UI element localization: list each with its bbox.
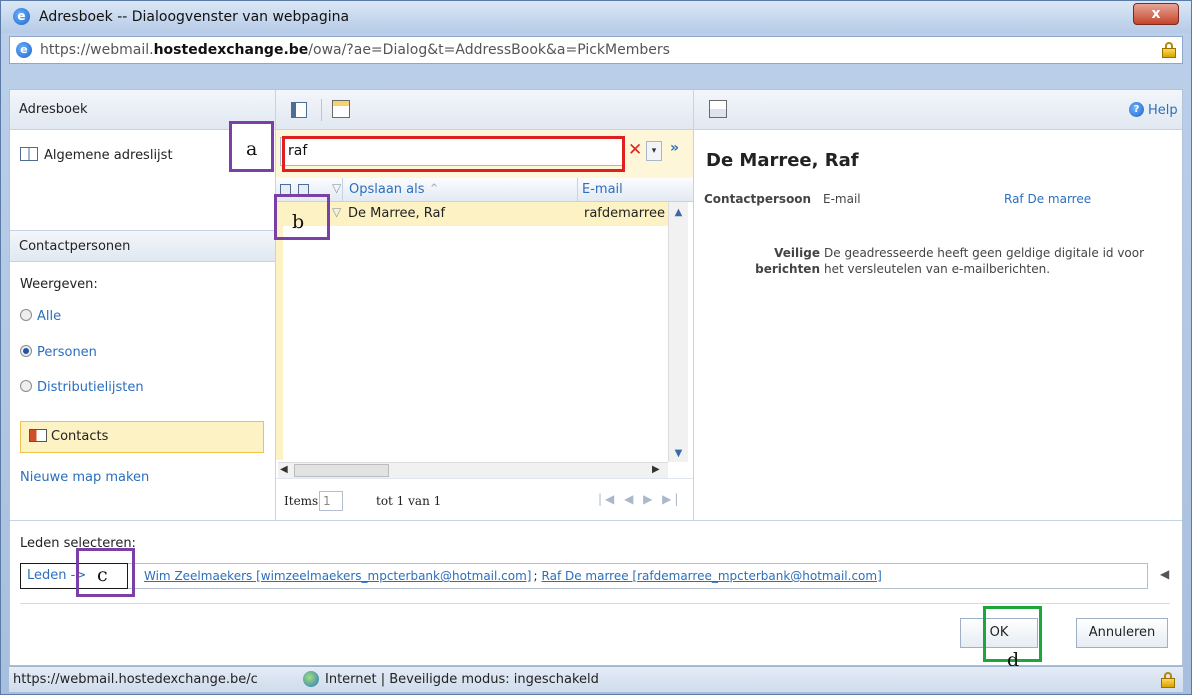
cancel-button[interactable]: Annuleren <box>1076 618 1168 648</box>
internet-globe-icon <box>303 671 319 687</box>
secure-messages-text: De geadresseerde heeft geen geldige digi… <box>824 246 1145 276</box>
radio-selected-icon <box>20 345 32 357</box>
details-toolbar: ? Help <box>694 90 1182 130</box>
print-icon[interactable] <box>709 100 727 118</box>
annotation-red-search-box <box>282 136 625 172</box>
contacts-header: Contactpersonen <box>10 230 275 262</box>
dialog-window: e Adresboek -- Dialoogvenster van webpag… <box>0 0 1192 695</box>
secure-messages-label: Veilige berichten <box>755 246 820 276</box>
filter-distribution-lists-radio[interactable]: Distributielijsten <box>20 380 144 395</box>
address-book-content: Adresboek Algemene adreslijst Contactper… <box>9 89 1183 665</box>
security-zone: Internet | Beveiligde modus: ingeschakel… <box>325 672 599 687</box>
column-header-email[interactable]: E-mail <box>582 182 623 197</box>
reading-pane-icon[interactable] <box>291 102 307 118</box>
flag-column-icon[interactable]: ▽ <box>332 181 341 195</box>
lock-icon <box>1161 672 1175 688</box>
contact-name-heading: De Marree, Raf <box>706 150 859 171</box>
email-link[interactable]: Raf De marree <box>1004 192 1091 206</box>
items-label: Items <box>284 494 319 508</box>
address-book-icon <box>20 147 38 161</box>
ie-icon: e <box>13 8 30 25</box>
contact-card-icon <box>29 429 47 442</box>
show-label: Weergeven: <box>20 277 98 292</box>
results-toolbar <box>276 90 693 130</box>
row-name: De Marree, Raf <box>348 206 446 221</box>
scroll-thumb[interactable] <box>294 464 389 477</box>
details-pane: ? Help De Marree, Raf Contactpersoon E-m… <box>694 90 1182 520</box>
page-count-label: tot 1 van 1 <box>376 494 442 508</box>
close-button[interactable]: x <box>1133 3 1179 25</box>
status-bar: https://webmail.hostedexchange.be/c Inte… <box>9 666 1183 692</box>
filter-persons-radio[interactable]: Personen <box>20 345 97 360</box>
lock-icon <box>1162 42 1176 58</box>
search-options-dropdown[interactable]: ▾ <box>646 141 662 161</box>
address-bar: e https://webmail.hostedexchange.be/owa/… <box>9 36 1183 64</box>
window-title: Adresboek -- Dialoogvenster van webpagin… <box>39 9 350 25</box>
radio-icon <box>20 309 32 321</box>
global-address-list-item[interactable]: Algemene adreslijst <box>20 147 173 163</box>
contacts-folder-item[interactable]: Contacts <box>20 421 264 453</box>
vertical-scrollbar[interactable]: ▲ ▼ <box>668 202 688 462</box>
scroll-right-icon[interactable]: ▶ <box>652 464 660 475</box>
recipient-link[interactable]: Wim Zeelmaekers [wimzeelmaekers_mpcterba… <box>144 569 531 583</box>
help-link[interactable]: Help <box>1148 103 1178 118</box>
column-header-name[interactable]: Opslaan als ⌃ <box>342 178 578 202</box>
page-icon: e <box>16 42 32 58</box>
scroll-left-icon[interactable]: ◀ <box>280 464 288 475</box>
new-folder-link[interactable]: Nieuwe map maken <box>20 470 149 485</box>
divider <box>20 603 1170 604</box>
table-row[interactable]: ▽ De Marree, Raf rafdemarree <box>283 202 668 226</box>
new-contact-icon[interactable] <box>332 100 350 118</box>
recipient-link[interactable]: Raf De marree [rafdemarree_mpcterbank@ho… <box>542 569 882 583</box>
contact-label: Contactpersoon <box>704 192 812 206</box>
help-icon[interactable]: ? <box>1129 102 1144 117</box>
page-number-input[interactable]: 1 <box>319 491 343 511</box>
radio-icon <box>20 380 32 392</box>
scroll-down-icon[interactable]: ▼ <box>669 445 688 462</box>
row-email: rafdemarree <box>584 206 665 221</box>
grid-header: ▽ Opslaan als ⌃ E-mail <box>276 178 693 202</box>
annotation-letter-c: c <box>97 564 108 586</box>
url-text: https://webmail.hostedexchange.be/owa/?a… <box>40 42 670 58</box>
horizontal-scrollbar[interactable]: ◀ ▶ <box>278 462 668 478</box>
scroll-up-icon[interactable]: ▲ <box>669 204 688 221</box>
toolbar-separator <box>321 99 322 121</box>
annotation-letter-a: a <box>246 138 258 160</box>
status-url: https://webmail.hostedexchange.be/c <box>13 672 258 687</box>
expand-search-icon[interactable]: » <box>670 140 679 156</box>
clear-search-icon[interactable]: ✕ <box>628 140 642 160</box>
recipient-separator: ; <box>533 569 538 583</box>
flag-icon: ▽ <box>332 205 342 219</box>
grid-gutter <box>276 202 283 460</box>
email-label: E-mail <box>823 192 861 206</box>
collapse-arrow-icon[interactable]: ◀ <box>1160 567 1169 581</box>
annotation-letter-b: b <box>292 211 305 233</box>
title-bar: e Adresboek -- Dialoogvenster van webpag… <box>1 1 1191 33</box>
filter-all-radio[interactable]: Alle <box>20 309 61 324</box>
page-navigation-icons[interactable]: |◀ ◀ ▶ ▶| <box>598 492 681 506</box>
pager: Items 1 tot 1 van 1 |◀ ◀ ▶ ▶| <box>276 478 693 520</box>
recipients-field[interactable]: Wim Zeelmaekers [wimzeelmaekers_mpcterba… <box>128 563 1148 589</box>
